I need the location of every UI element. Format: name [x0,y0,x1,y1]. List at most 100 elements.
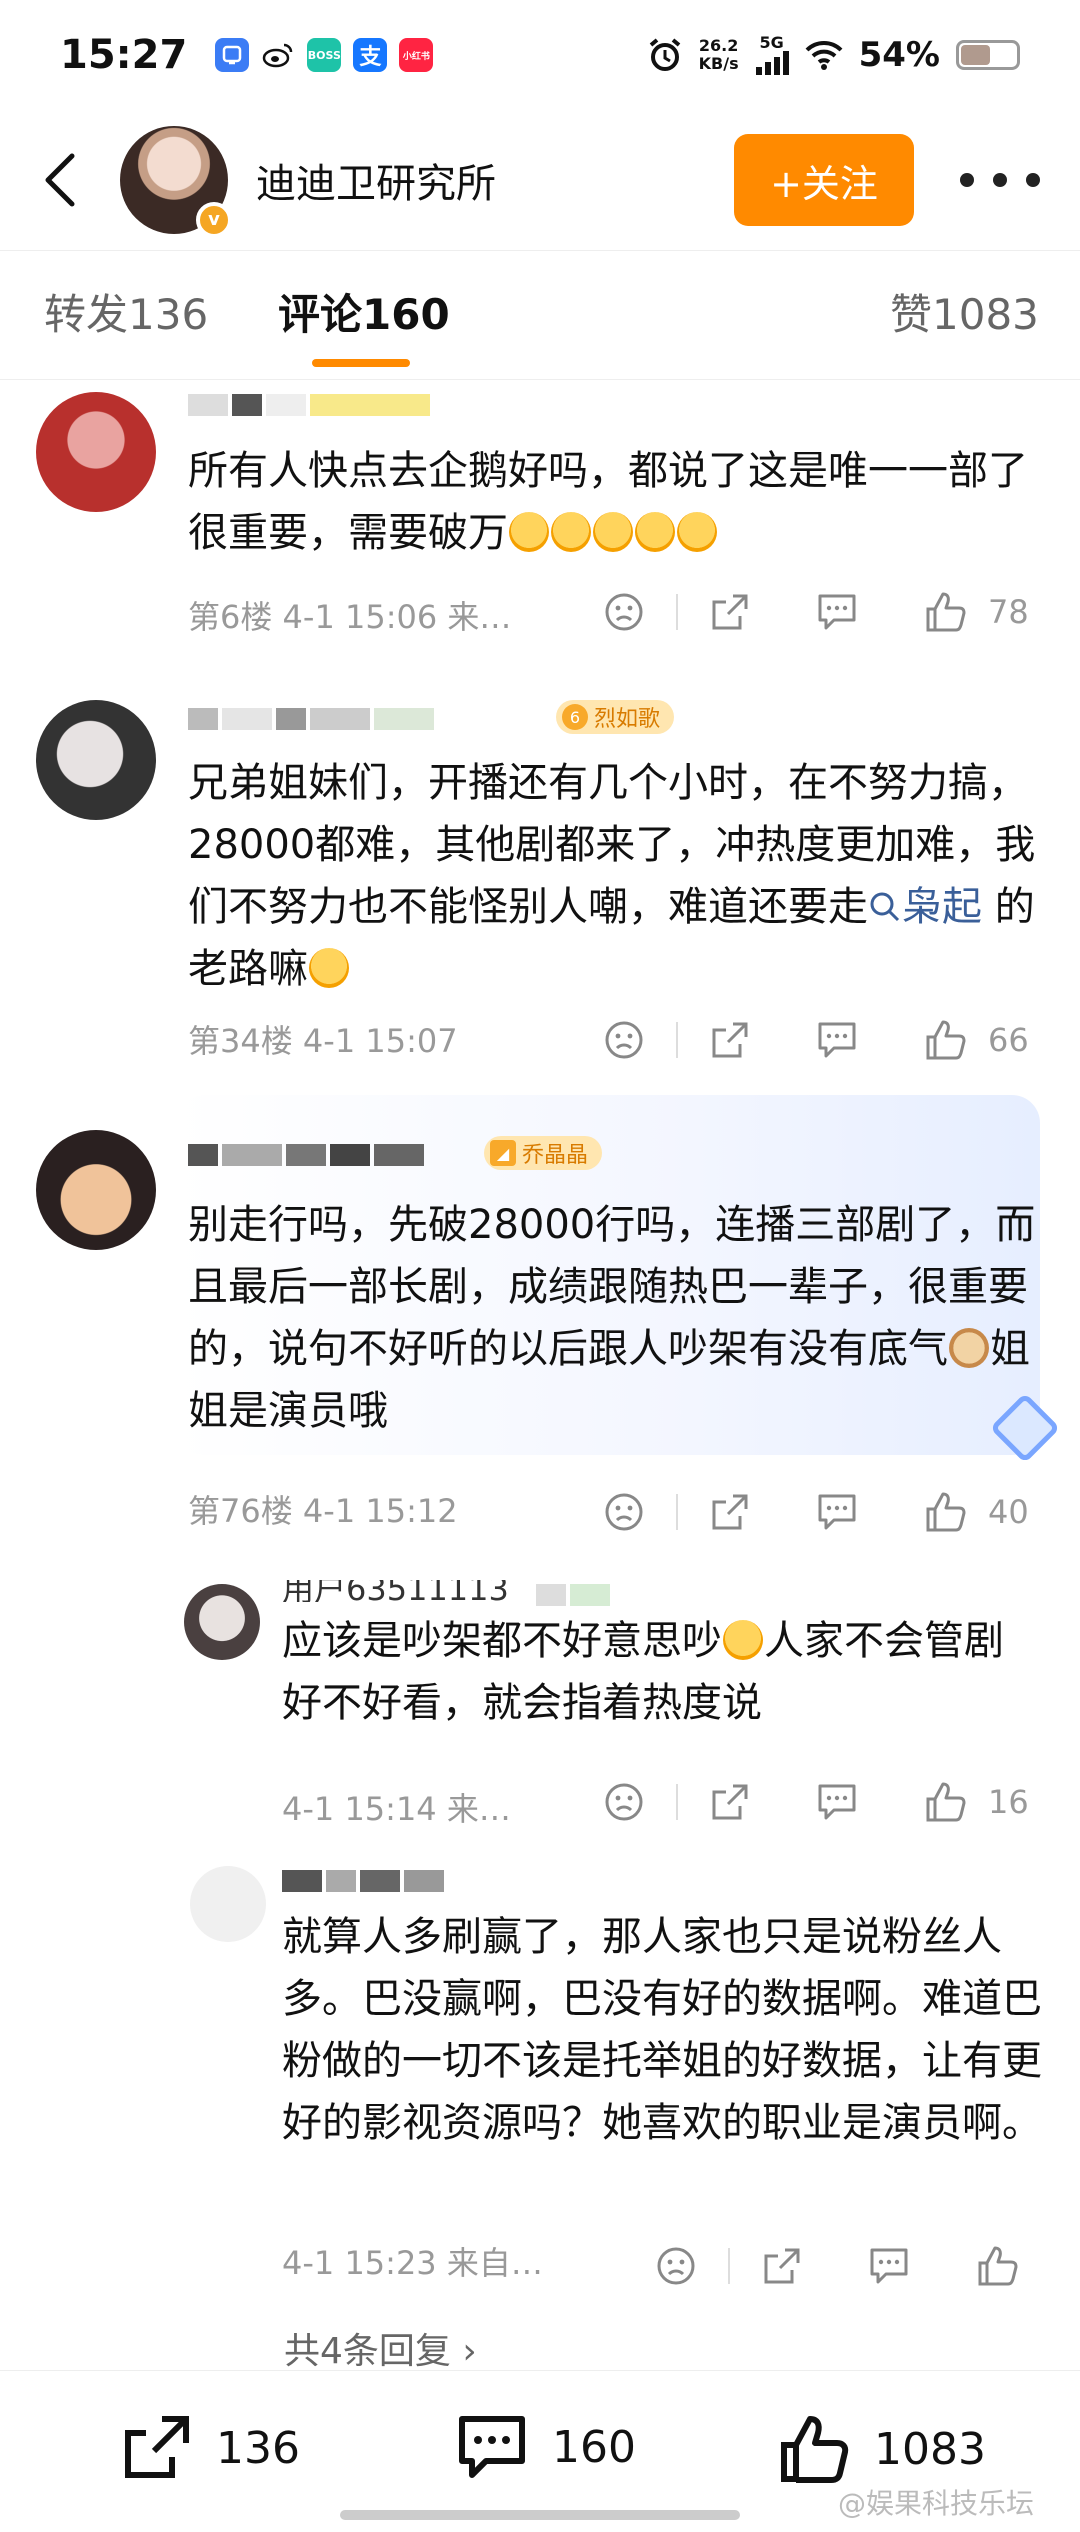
post-header: v 迪迪卫研究所 +关注 [0,110,1080,250]
more-options-icon[interactable] [960,160,1040,200]
verified-badge-icon: v [196,202,232,238]
share-icon [712,1784,748,1820]
watermark: @娱果科技乐坛 [838,2487,1035,2520]
commenter-avatar[interactable] [36,700,156,820]
topic-link[interactable]: 枭起 [868,884,982,930]
alarm-icon [649,38,680,71]
crying-emoji-icon [635,512,675,552]
emoji-reaction-button[interactable] [604,1492,644,1532]
like-button[interactable]: 1083 [776,2411,986,2487]
emoji-reaction-button[interactable] [656,2246,696,2286]
tab-likes[interactable]: 赞1083 [890,281,1039,342]
comment-item: ◢ 乔晶晶 别走行吗，先破28000行吗，连播三部剧了，而且最后一部长剧，成绩跟随… [0,1120,1080,1550]
share-icon [712,1022,748,1058]
reply-icon [870,2248,908,2284]
fan-badge[interactable]: 6 烈如歌 [556,700,675,734]
home-indicator[interactable] [340,2510,740,2520]
fan-badge[interactable]: ◢ 乔晶晶 [484,1136,603,1170]
share-comment-button[interactable] [710,1492,750,1532]
weibo-icon [261,38,296,72]
comment-button[interactable]: 160 [454,2411,636,2483]
tab-comments[interactable]: 评论160 [278,281,450,342]
share-comment-button[interactable] [710,592,750,632]
share-comment-button[interactable] [710,1020,750,1060]
chevron-left-icon [45,153,75,207]
share-icon [125,2416,189,2478]
share-comment-button[interactable] [710,1782,750,1822]
reply-icon [818,1784,856,1820]
post-tabs: 转发136 评论160 赞1083 [0,250,1080,380]
boss-icon: BOSS [307,38,342,72]
reply-text: 应该是吵架都不好意思吵 人家不会管剧好不好看，就会指着热度说 [282,1618,1004,1726]
reply-meta: 4-1 15:23 来自… [282,2244,543,2282]
comment-meta: 第34楼 4-1 15:07 [188,1022,458,1060]
thumbs-up-icon [926,1782,966,1822]
signal-indicator: 5G [755,35,789,75]
share-icon [712,594,748,630]
reply-icon [818,1494,856,1530]
crying-emoji-icon [509,512,549,552]
reply-button[interactable] [816,592,858,632]
share-comment-button[interactable] [762,2246,802,2286]
reply-icon [818,594,856,630]
reaction-face-icon [605,1021,643,1059]
divider [676,1784,678,1820]
reply-text: 就算人多刷赢了，那人家也只是说粉丝人多。巴没赢啊，巴没有好的数据啊。难道巴粉做的… [282,1914,1042,2146]
divider [676,594,678,630]
like-comment-button[interactable]: 40 [924,1490,1029,1534]
divider [676,1494,678,1530]
thumbs-up-icon [781,2416,849,2483]
status-right: 26.2 KB/s 5G 54% [647,35,1020,75]
thumbs-up-icon [978,2246,1018,2286]
like-count: 78 [988,593,1029,631]
commenter-name-pixelated[interactable] [188,1144,424,1166]
status-time: 15:27 [60,32,188,78]
commenter-name-pixelated[interactable] [188,708,434,730]
replier-avatar[interactable] [190,1866,266,1942]
comment-meta: 第6楼 4-1 15:06 来… [188,598,512,636]
reaction-face-icon [657,2247,695,2285]
reply-button[interactable] [868,2246,910,2286]
commenter-avatar[interactable] [36,392,156,512]
reaction-face-icon [605,1493,643,1531]
emoji-reaction-button[interactable] [604,592,644,632]
like-count: 40 [988,1493,1029,1531]
author-avatar[interactable]: v [120,126,232,238]
repost-button[interactable]: 136 [120,2411,300,2485]
like-count: 66 [988,1021,1029,1059]
share-icon [712,1494,748,1530]
tab-repost[interactable]: 转发136 [44,281,208,342]
like-comment-button[interactable]: 66 [924,1018,1029,1062]
comment-actions: 66 [604,1018,1029,1062]
laughing-emoji-icon [309,948,349,988]
commenter-name-pixelated[interactable] [188,394,430,416]
replier-name[interactable]: 用户63511113 [282,1580,509,1602]
like-comment-button[interactable]: 78 [924,590,1029,634]
comment-actions: 78 [604,590,1029,634]
reply-button[interactable] [816,1492,858,1532]
crying-emoji-icon [593,512,633,552]
signal-icon [755,51,789,75]
crying-emoji-icon [677,512,717,552]
commenter-avatar[interactable] [36,1130,156,1250]
replier-avatar[interactable] [184,1584,260,1660]
thumbs-up-icon [926,1020,966,1060]
search-icon [870,892,900,922]
battery-percent: 54% [858,35,940,75]
reply-button[interactable] [816,1020,858,1060]
replier-name-pixelated[interactable] [282,1870,444,1892]
more-replies-link[interactable]: 共4条回复 › [284,2322,477,2374]
comment-text: 别走行吗，先破28000行吗，连播三部剧了，而且最后一部长剧，成绩跟随热巴一辈子… [188,1202,1036,1434]
emoji-reaction-button[interactable] [604,1782,644,1822]
app-icon-blue [215,38,250,72]
reply-button[interactable] [816,1782,858,1822]
author-name[interactable]: 迪迪卫研究所 [256,151,496,209]
like-comment-button[interactable] [976,2244,1020,2288]
like-comment-button[interactable]: 16 [924,1780,1029,1824]
emoji-reaction-button[interactable] [604,1020,644,1060]
comment-actions: 40 [604,1490,1029,1534]
divider [676,1022,678,1058]
back-button[interactable] [0,110,120,250]
follow-button[interactable]: +关注 [734,134,914,226]
comment-icon [459,2416,525,2478]
